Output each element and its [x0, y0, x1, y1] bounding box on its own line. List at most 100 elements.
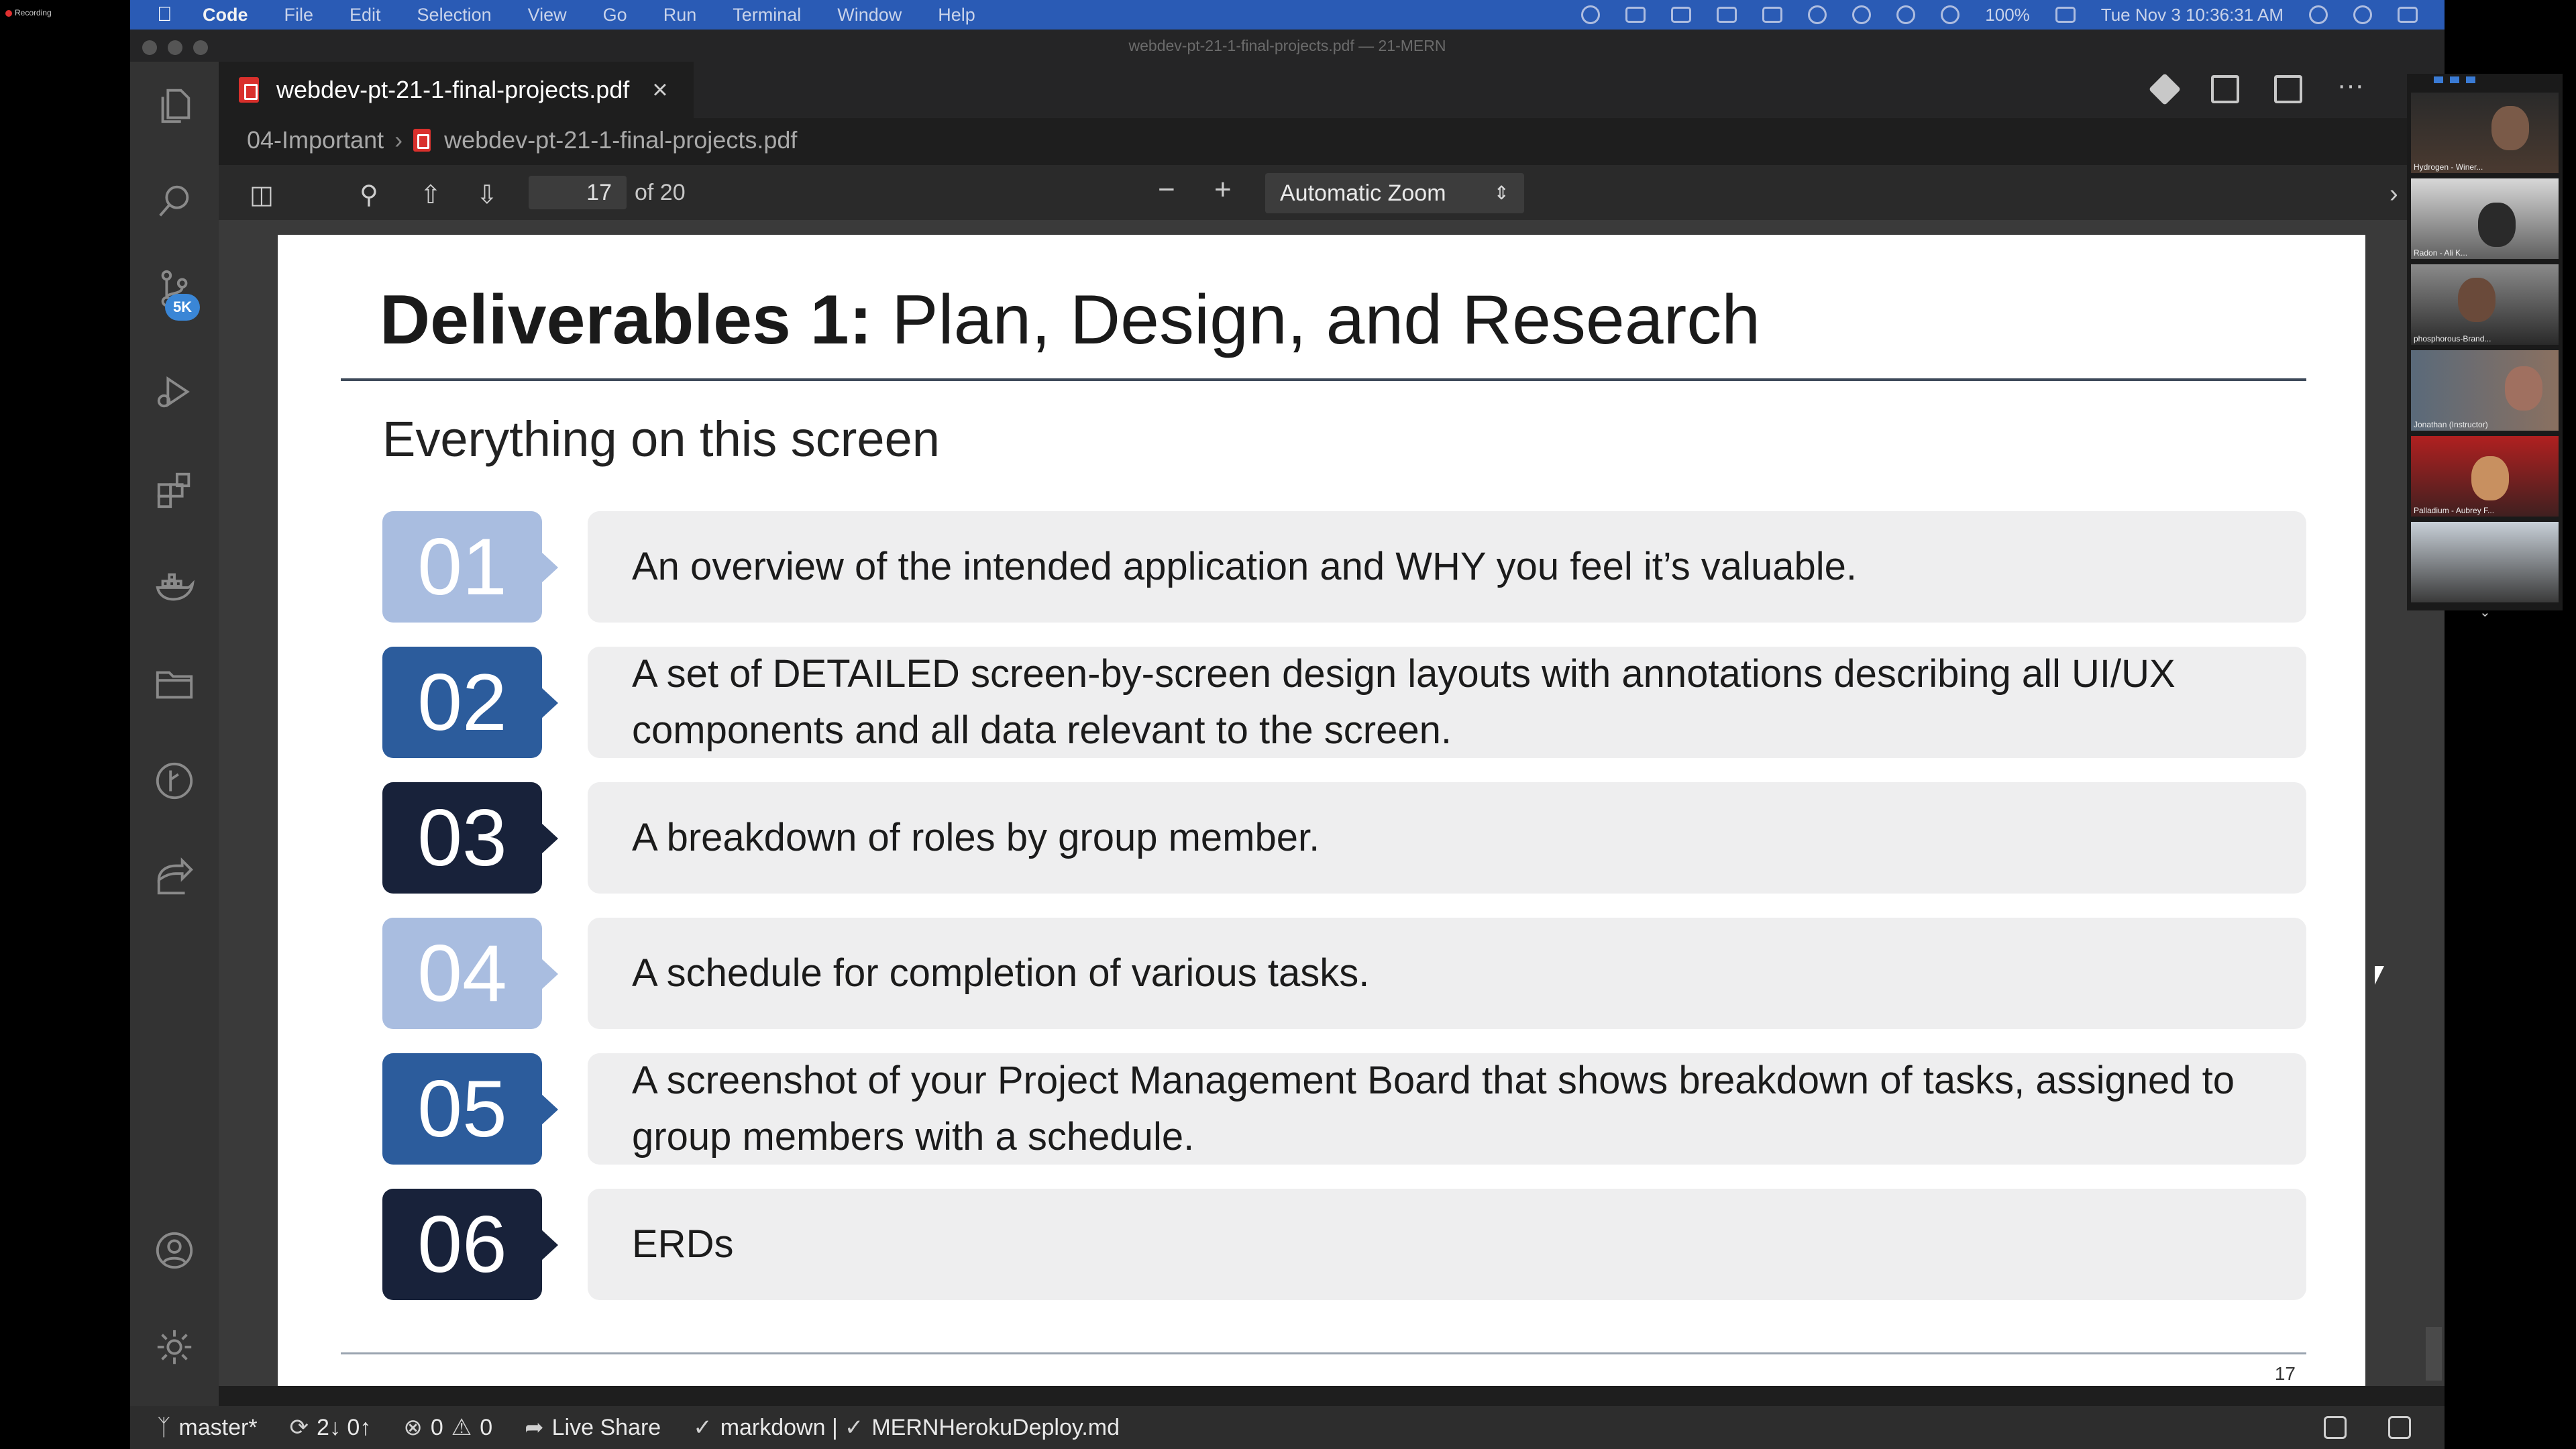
item-number-badge: 05 [382, 1053, 558, 1165]
video-participants-panel: Hydrogen - Winer... Radon - Ali K... pho… [2407, 74, 2563, 620]
previous-page-icon[interactable]: ⇧ [420, 180, 441, 210]
live-share-status[interactable]: ➦ Live Share [525, 1414, 661, 1441]
chevron-down-icon[interactable]: ⌄ [2479, 604, 2491, 621]
search-icon[interactable] [153, 180, 196, 223]
control-center-icon[interactable] [2398, 7, 2418, 23]
item-number-badge: 03 [382, 782, 558, 894]
participant-video[interactable]: Palladium - Aubrey F... [2411, 436, 2559, 517]
zoom-in-button[interactable]: + [1214, 173, 1232, 207]
git-lens-icon[interactable] [2148, 72, 2182, 106]
tools-chevron-icon[interactable]: › [2390, 180, 2398, 209]
glasses-icon[interactable] [1671, 7, 1692, 23]
item-number-badge: 04 [382, 918, 558, 1029]
account-icon[interactable] [153, 1229, 196, 1272]
problems-indicator[interactable]: ⊗ 0 ⚠ 0 [403, 1414, 492, 1441]
clipboard-icon[interactable] [1717, 7, 1737, 23]
spotlight-search-icon[interactable] [2309, 5, 2328, 24]
editor-actions: ··· [2148, 72, 2364, 106]
slide-subtitle: Everything on this screen [382, 411, 940, 467]
compare-changes-icon[interactable] [2211, 75, 2240, 103]
slide-title: Deliverables 1: Plan, Design, and Resear… [380, 281, 1761, 359]
apple-icon[interactable]:  [157, 3, 177, 26]
docker-icon[interactable] [153, 565, 196, 608]
files-icon[interactable] [153, 83, 196, 126]
notifications-bell-icon[interactable] [2388, 1416, 2411, 1439]
next-page-icon[interactable]: ⇩ [476, 180, 498, 210]
menu-terminal[interactable]: Terminal [733, 5, 801, 25]
participant-video[interactable] [2411, 522, 2559, 602]
menu-view[interactable]: View [528, 5, 567, 25]
time-machine-icon[interactable] [1808, 5, 1827, 24]
pdf-file-icon [239, 77, 259, 103]
git-graph-icon[interactable] [153, 759, 196, 802]
language-status[interactable]: ✓ markdown | ✓ MERNHerokuDeploy.md [693, 1414, 1120, 1441]
recording-strip: Recording [0, 0, 130, 1449]
page-number-input[interactable]: 17 [529, 176, 627, 209]
tab-pdf-file[interactable]: webdev-pt-21-1-final-projects.pdf × [219, 62, 694, 118]
zoom-out-button[interactable]: − [1158, 173, 1175, 207]
live-share-icon[interactable] [153, 856, 196, 899]
pdf-viewer[interactable]: Deliverables 1: Plan, Design, and Resear… [219, 220, 2445, 1386]
participant-face [2505, 366, 2542, 411]
menu-window[interactable]: Window [837, 5, 902, 25]
breadcrumb-file[interactable]: webdev-pt-21-1-final-projects.pdf [444, 126, 797, 154]
wifi-icon[interactable] [1896, 5, 1916, 24]
dropbox-icon[interactable] [1625, 7, 1646, 23]
deliverable-item: 05 A screenshot of your Project Manageme… [382, 1053, 2306, 1165]
breadcrumb-folder[interactable]: 04-Important [247, 126, 384, 154]
menu-run[interactable]: Run [663, 5, 697, 25]
battery-icon[interactable] [2055, 7, 2076, 23]
activity-bar: 5K [130, 62, 219, 1406]
bluetooth-icon[interactable] [1852, 5, 1872, 24]
error-icon: ⊗ [403, 1415, 423, 1440]
more-actions-icon[interactable]: ··· [2337, 72, 2364, 103]
siri-icon[interactable] [2353, 5, 2372, 24]
find-icon[interactable]: ⚲ [360, 180, 378, 210]
page-count: of 20 [635, 180, 686, 205]
close-icon[interactable]: × [652, 75, 667, 105]
participant-video[interactable]: Jonathan (Instructor) [2411, 350, 2559, 431]
participant-video[interactable]: Hydrogen - Winer... [2411, 93, 2559, 173]
minimize-window-button[interactable] [168, 40, 182, 55]
run-debug-icon[interactable] [153, 370, 196, 413]
cloud-icon[interactable] [1581, 5, 1601, 24]
record-dot-icon [5, 9, 12, 17]
battery-percent[interactable]: 100% [1985, 5, 2030, 25]
item-number-badge: 06 [382, 1189, 558, 1300]
branch-indicator[interactable]: ᛉ master* [157, 1415, 258, 1441]
close-window-button[interactable] [142, 40, 157, 55]
zoom-select[interactable]: Automatic Zoom ⇕ [1265, 173, 1524, 213]
airplay-icon[interactable] [1762, 7, 1783, 23]
settings-gear-icon[interactable] [153, 1326, 196, 1368]
item-description: A set of DETAILED screen-by-screen desig… [588, 647, 2306, 758]
menu-edit[interactable]: Edit [350, 5, 381, 25]
menu-app[interactable]: Code [203, 5, 248, 25]
menu-help[interactable]: Help [938, 5, 975, 25]
panel-view-controls[interactable] [2434, 76, 2475, 83]
zoom-select-value: Automatic Zoom [1280, 180, 1446, 206]
scrollbar-thumb[interactable] [2426, 1327, 2442, 1381]
folder-icon[interactable] [153, 663, 196, 706]
feedback-icon[interactable] [2324, 1416, 2347, 1439]
menu-clock[interactable]: Tue Nov 3 10:36:31 AM [2101, 5, 2284, 25]
sidebar-toggle-icon[interactable]: ◫ [250, 180, 274, 210]
deliverable-item: 04 A schedule for completion of various … [382, 918, 2306, 1029]
deliverable-item: 02 A set of DETAILED screen-by-screen de… [382, 647, 2306, 758]
participant-video[interactable]: Radon - Ali K... [2411, 178, 2559, 259]
volume-icon[interactable] [1941, 5, 1960, 24]
menu-extras: 100% Tue Nov 3 10:36:31 AM [1581, 5, 2445, 25]
item-number-badge: 02 [382, 647, 558, 758]
sync-status[interactable]: ⟳ 2↓ 0↑ [290, 1414, 372, 1441]
extensions-icon[interactable] [153, 468, 196, 511]
participant-video[interactable]: phosphorous-Brand... [2411, 264, 2559, 345]
recording-indicator: Recording [5, 8, 52, 17]
menu-go[interactable]: Go [603, 5, 627, 25]
zoom-window-button[interactable] [193, 40, 208, 55]
source-control-badge: 5K [165, 294, 200, 321]
menu-file[interactable]: File [284, 5, 314, 25]
participant-face [2458, 278, 2496, 322]
window-titlebar: webdev-pt-21-1-final-projects.pdf — 21-M… [130, 30, 2445, 62]
deliverable-item: 03 A breakdown of roles by group member. [382, 782, 2306, 894]
split-editor-icon[interactable] [2274, 75, 2303, 103]
menu-selection[interactable]: Selection [417, 5, 492, 25]
